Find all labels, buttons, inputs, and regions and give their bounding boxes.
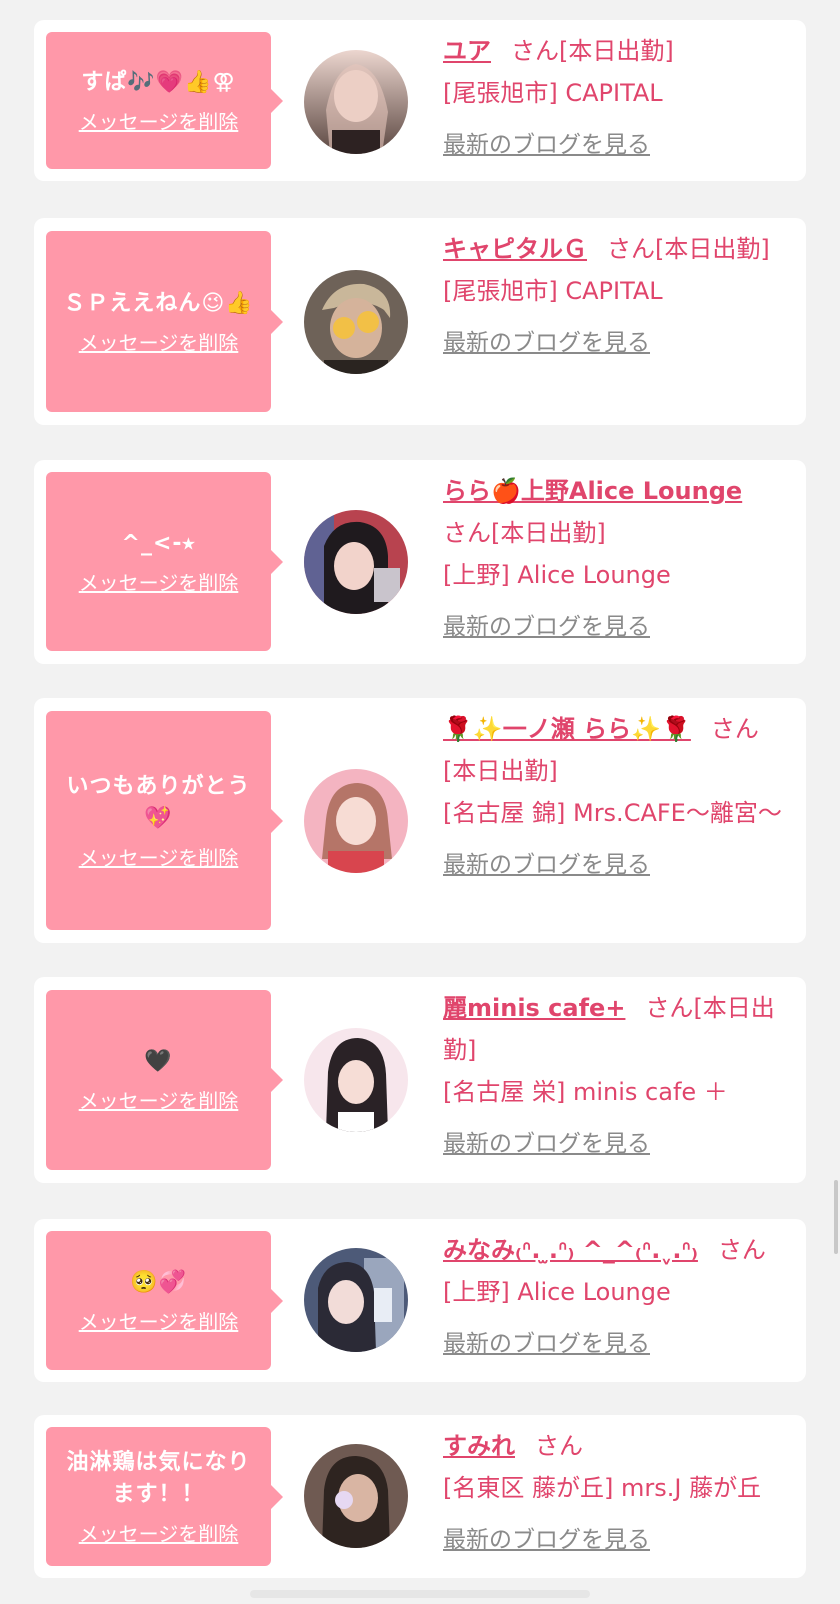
list-item: いつもありがとう💖 メッセージを削除 🌹✨一ノ瀬 らら✨🌹 さん [本日出勤] [名… (34, 698, 806, 943)
avatar[interactable] (304, 1444, 408, 1548)
honorific: さん (607, 235, 655, 263)
list-item: 🖤 メッセージを削除 麗minis cafe+ さん[本日出勤] [名古屋 栄] … (34, 977, 806, 1183)
cast-name-link[interactable]: みなみ₍ᐢ. ̫.ᐢ₎ ^_^₍ᐢ.ˬ.ᐢ₎ (443, 1236, 698, 1264)
message-bubble: ^_<-⭑ メッセージを削除 (46, 472, 283, 651)
blog-link[interactable]: 最新のブログを見る (443, 124, 792, 166)
message-bubble: ＳＰええねん😉👍 メッセージを削除 (46, 231, 283, 412)
message-text: すぱ🎶💗👍⚢ (81, 69, 236, 95)
cast-name-link[interactable]: キャピタルＧ (443, 235, 587, 263)
list-item: すぱ🎶💗👍⚢ メッセージを削除 ユア さん[本日出勤] [尾張旭市] CAPITA… (34, 20, 806, 181)
honorific: さん (710, 715, 759, 743)
avatar[interactable] (304, 769, 408, 873)
message-bubble: 油淋鶏は気になります！！ メッセージを削除 (46, 1427, 283, 1566)
attendance-status: [本日出勤] (559, 37, 674, 65)
avatar[interactable] (304, 50, 408, 154)
blog-link[interactable]: 最新のブログを見る (443, 844, 792, 886)
message-bubble: いつもありがとう💖 メッセージを削除 (46, 711, 283, 930)
list-item: 油淋鶏は気になります！！ メッセージを削除 すみれ さん [名東区 藤が丘] mr… (34, 1415, 806, 1578)
cast-info: すみれ さん [名東区 藤が丘] mrs.J 藤が丘 最新のブログを見る (443, 1425, 792, 1561)
message-bubble: すぱ🎶💗👍⚢ メッセージを削除 (46, 32, 283, 169)
cast-info: ユア さん[本日出勤] [尾張旭市] CAPITAL 最新のブログを見る (443, 30, 792, 166)
attendance-status: [本日出勤] (655, 235, 770, 263)
avatar[interactable] (304, 1028, 408, 1132)
delete-message-link[interactable]: メッセージを削除 (79, 845, 239, 871)
blog-link[interactable]: 最新のブログを見る (443, 322, 792, 364)
shop-name: [名東区 藤が丘] mrs.J 藤が丘 (443, 1474, 762, 1502)
cast-name-link[interactable]: らら🍎上野Alice Lounge (443, 477, 742, 505)
message-text: 🖤 (144, 1049, 173, 1074)
scrollbar[interactable] (834, 1180, 838, 1254)
avatar[interactable] (304, 270, 408, 374)
honorific: さん (511, 37, 559, 65)
delete-message-link[interactable]: メッセージを削除 (79, 1088, 239, 1114)
cast-name-link[interactable]: 🌹✨一ノ瀬 らら✨🌹 (443, 715, 691, 743)
home-indicator (250, 1590, 590, 1598)
cast-name-link[interactable]: 麗minis cafe+ (443, 994, 625, 1022)
shop-name: [尾張旭市] CAPITAL (443, 79, 663, 107)
cast-info: みなみ₍ᐢ. ̫.ᐢ₎ ^_^₍ᐢ.ˬ.ᐢ₎ さん [上野] Alice Loun… (443, 1229, 792, 1365)
avatar[interactable] (304, 510, 408, 614)
list-item: 🥺💞 メッセージを削除 みなみ₍ᐢ. ̫.ᐢ₎ ^_^₍ᐢ.ˬ.ᐢ₎ さん [上野… (34, 1219, 806, 1382)
shop-name: [尾張旭市] CAPITAL (443, 277, 663, 305)
shop-name: [名古屋 錦] Mrs.CAFE〜離宮〜 (443, 799, 782, 827)
honorific: さん (443, 519, 491, 547)
list-item: ＳＰええねん😉👍 メッセージを削除 キャピタルＧ さん[本日出勤] [尾張旭市] … (34, 218, 806, 425)
shop-name: [上野] Alice Lounge (443, 1278, 671, 1306)
blog-link[interactable]: 最新のブログを見る (443, 1323, 792, 1365)
blog-link[interactable]: 最新のブログを見る (443, 1519, 792, 1561)
delete-message-link[interactable]: メッセージを削除 (79, 1309, 239, 1335)
delete-message-link[interactable]: メッセージを削除 (79, 570, 239, 596)
message-bubble: 🥺💞 メッセージを削除 (46, 1231, 283, 1370)
delete-message-link[interactable]: メッセージを削除 (79, 330, 239, 356)
message-bubble: 🖤 メッセージを削除 (46, 990, 283, 1170)
avatar[interactable] (304, 1248, 408, 1352)
shop-name: [上野] Alice Lounge (443, 561, 671, 589)
cast-info: 麗minis cafe+ さん[本日出勤] [名古屋 栄] minis cafe … (443, 987, 792, 1165)
attendance-status: [本日出勤] (491, 519, 606, 547)
cast-name-link[interactable]: ユア (443, 37, 491, 65)
honorific: さん (717, 1236, 766, 1264)
delete-message-link[interactable]: メッセージを削除 (79, 109, 239, 135)
blog-link[interactable]: 最新のブログを見る (443, 606, 792, 648)
message-text: いつもありがとう💖 (66, 773, 251, 831)
honorific: さん (535, 1432, 583, 1460)
honorific: さん (645, 994, 694, 1022)
message-text: 油淋鶏は気になります！！ (66, 1449, 251, 1507)
list-item: ^_<-⭑ メッセージを削除 らら🍎上野Alice Lounge さん[本日出勤… (34, 460, 806, 664)
attendance-status: [本日出勤] (443, 757, 558, 785)
cast-info: キャピタルＧ さん[本日出勤] [尾張旭市] CAPITAL 最新のブログを見る (443, 228, 792, 364)
cast-name-link[interactable]: すみれ (443, 1432, 515, 1460)
shop-name: [名古屋 栄] minis cafe ＋ (443, 1078, 728, 1106)
cast-info: 🌹✨一ノ瀬 らら✨🌹 さん[本日出勤] [名古屋 錦] Mrs.CAFE〜離宮〜 … (443, 708, 792, 886)
cast-info: らら🍎上野Alice Lounge さん[本日出勤] [上野] Alice Lo… (443, 470, 792, 648)
message-text: ＳＰええねん😉👍 (63, 290, 254, 316)
blog-link[interactable]: 最新のブログを見る (443, 1123, 792, 1165)
message-text: 🥺💞 (130, 1269, 187, 1295)
delete-message-link[interactable]: メッセージを削除 (79, 1521, 239, 1547)
message-text: ^_<-⭑ (121, 530, 196, 556)
